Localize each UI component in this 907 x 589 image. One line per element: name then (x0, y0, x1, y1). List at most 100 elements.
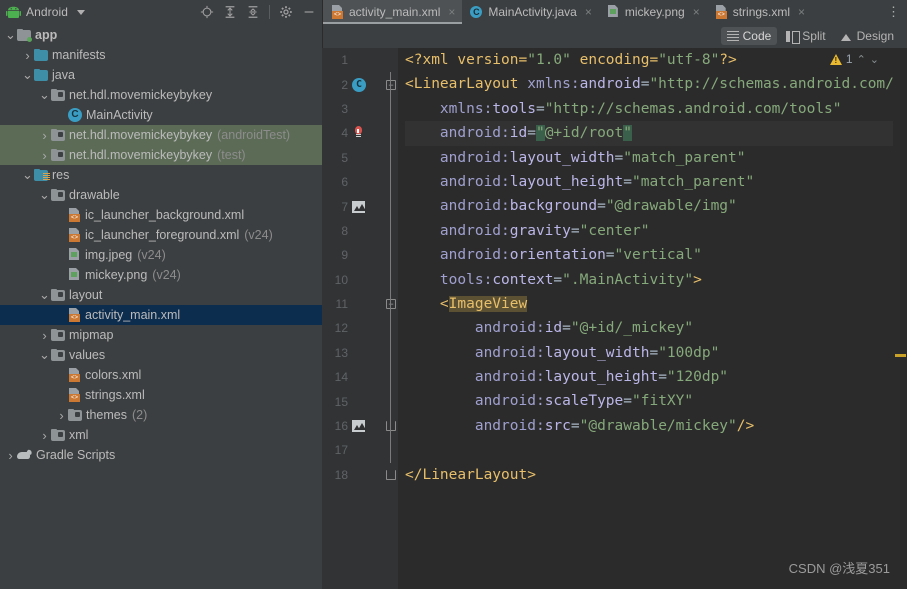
gutter-line[interactable]: 13 (322, 341, 384, 365)
code-line[interactable]: android:scaleType="fitXY" (405, 389, 893, 413)
expand-all-icon[interactable] (223, 5, 237, 19)
gutter-line[interactable]: 8 (322, 219, 384, 243)
code-line[interactable]: android:gravity="center" (405, 219, 893, 243)
tree-row-activity-main-xml[interactable]: activity_main.xml (0, 305, 322, 325)
tree-row-layout[interactable]: ⌄ layout (0, 285, 322, 305)
tab-mickey-png[interactable]: mickey.png × (599, 0, 707, 24)
next-problem-icon[interactable]: ⌄ (870, 53, 879, 66)
locate-target-icon[interactable] (200, 5, 214, 19)
tree-row-mipmap[interactable]: › mipmap (0, 325, 322, 345)
more-vertical-icon[interactable]: ⋮ (880, 0, 907, 24)
gutter-line[interactable]: 7 (322, 194, 384, 218)
code-line[interactable]: android:background="@drawable/img" (405, 194, 893, 218)
chevron-right-icon[interactable]: › (38, 129, 51, 142)
tree-row-mickey-png[interactable]: mickey.png (v24) (0, 265, 322, 285)
code-line[interactable]: android:src="@drawable/mickey"/> (405, 414, 893, 438)
editor-scrollbar[interactable] (893, 48, 907, 589)
tree-row-mainactivity[interactable]: C MainActivity (0, 105, 322, 125)
mode-code-button[interactable]: Code (720, 27, 778, 45)
chevron-down-icon[interactable]: ⌄ (38, 88, 51, 101)
gutter-line[interactable]: 17 (322, 438, 384, 462)
chevron-right-icon[interactable]: › (38, 149, 51, 162)
intention-bulb-gutter-icon[interactable] (352, 126, 364, 140)
tab-mainactivity-java[interactable]: MainActivity.java × (462, 0, 599, 24)
code-line[interactable]: </LinearLayout> (405, 463, 893, 487)
fold-collapse-icon[interactable]: − (386, 79, 396, 90)
code-line[interactable]: android:layout_height="120dp" (405, 365, 893, 389)
chevron-right-icon[interactable]: › (4, 449, 17, 462)
gutter-line[interactable]: 4 (322, 121, 384, 145)
code-line[interactable]: android:id="@+id/_mickey" (405, 316, 893, 340)
chevron-right-icon[interactable]: › (38, 429, 51, 442)
chevron-down-icon[interactable]: ⌄ (4, 28, 17, 41)
image-preview-gutter-icon[interactable] (352, 200, 366, 213)
tree-row-values[interactable]: ⌄ values (0, 345, 322, 365)
code-line[interactable]: <LinearLayout xmlns:android="http://sche… (405, 72, 893, 96)
code-line[interactable]: android:layout_width="match_parent" (405, 146, 893, 170)
image-preview-gutter-icon[interactable] (352, 420, 366, 433)
java-class-gutter-icon[interactable]: C (352, 77, 366, 92)
code-line[interactable]: android:layout_width="100dp" (405, 341, 893, 365)
tree-row-net-hdl-movemickeybykey[interactable]: › net.hdl.movemickeybykey (test) (0, 145, 322, 165)
collapse-all-icon[interactable] (246, 5, 260, 19)
chevron-down-icon[interactable]: ⌄ (21, 68, 34, 81)
gutter-line[interactable]: 15 (322, 389, 384, 413)
scrollbar-warning-marker[interactable] (895, 354, 906, 357)
gutter-line[interactable]: 1 (322, 48, 384, 72)
tab-activity-main-xml[interactable]: activity_main.xml × (323, 0, 463, 24)
chevron-right-icon[interactable]: › (21, 49, 34, 62)
tab-close-icon[interactable]: × (585, 6, 592, 18)
gutter-line[interactable]: 12 (322, 316, 384, 340)
gutter-line[interactable]: 5 (322, 146, 384, 170)
chevron-down-icon[interactable] (77, 9, 86, 15)
gutter-line[interactable]: 9 (322, 243, 384, 267)
tree-row-colors-xml[interactable]: colors.xml (0, 365, 322, 385)
code-line[interactable]: android:id="@+id/root" (405, 121, 893, 146)
code-line[interactable] (405, 438, 893, 462)
tree-row-net-hdl-movemickeybykey[interactable]: ⌄ net.hdl.movemickeybykey (0, 85, 322, 105)
tree-row-manifests[interactable]: › manifests (0, 45, 322, 65)
gear-icon[interactable] (279, 5, 293, 19)
tab-close-icon[interactable]: × (798, 6, 805, 18)
chevron-down-icon[interactable]: ⌄ (21, 168, 34, 181)
minimize-icon[interactable] (302, 5, 316, 19)
gutter-line[interactable]: 14 (322, 365, 384, 389)
chevron-down-icon[interactable]: ⌄ (38, 288, 51, 301)
code-line[interactable]: <?xml version="1.0" encoding="utf-8"?> (405, 48, 893, 72)
code-line[interactable]: android:layout_height="match_parent" (405, 170, 893, 194)
tree-row-xml[interactable]: › xml (0, 425, 322, 445)
gutter-line[interactable]: 11 (322, 292, 384, 316)
inspection-widget[interactable]: 1 ⌃ ⌄ (829, 52, 879, 66)
gutter-line[interactable]: 16 (322, 414, 384, 438)
tree-row-app[interactable]: ⌄ app (0, 25, 322, 45)
tab-strings-xml[interactable]: strings.xml × (707, 0, 812, 24)
tree-row-themes[interactable]: › themes (2) (0, 405, 322, 425)
code-text[interactable]: <?xml version="1.0" encoding="utf-8"?> <L… (398, 48, 893, 589)
gutter-line[interactable]: 3 (322, 97, 384, 121)
mode-split-button[interactable]: Split (780, 27, 831, 45)
tree-row-java[interactable]: ⌄ java (0, 65, 322, 85)
tree-row-drawable[interactable]: ⌄ drawable (0, 185, 322, 205)
gutter-line[interactable]: 10 (322, 268, 384, 292)
fold-end-icon[interactable] (386, 469, 396, 480)
prev-problem-icon[interactable]: ⌃ (857, 53, 866, 66)
gutter-line[interactable]: 6 (322, 170, 384, 194)
fold-end-icon[interactable] (386, 421, 396, 432)
chevron-right-icon[interactable]: › (55, 409, 68, 422)
line-number-gutter[interactable]: 1 2 C 3 4 5 6 7 8 9 10 11 12 13 14 15 16 17 18 (322, 48, 384, 589)
tree-row-img-jpeg[interactable]: img.jpeg (v24) (0, 245, 322, 265)
tree-row-ic-launcher-foreground-xml[interactable]: ic_launcher_foreground.xml (v24) (0, 225, 322, 245)
project-tree[interactable]: ⌄ app › manifests ⌄ java ⌄ net.hdl.movemickeyby… (0, 24, 322, 589)
tree-row-res[interactable]: ⌄ res (0, 165, 322, 185)
tree-row-net-hdl-movemickeybykey[interactable]: › net.hdl.movemickeybykey (androidTest) (0, 125, 322, 145)
code-line[interactable]: tools:context=".MainActivity"> (405, 268, 893, 292)
code-line[interactable]: <ImageView (405, 292, 893, 316)
tab-close-icon[interactable]: × (448, 6, 455, 18)
gutter-line[interactable]: 2C (322, 72, 384, 96)
chevron-down-icon[interactable]: ⌄ (38, 188, 51, 201)
chevron-down-icon[interactable]: ⌄ (38, 348, 51, 361)
gutter-line[interactable]: 18 (322, 463, 384, 487)
code-line[interactable]: android:orientation="vertical" (405, 243, 893, 267)
tree-row-strings-xml[interactable]: strings.xml (0, 385, 322, 405)
tree-row-gradle-scripts[interactable]: › Gradle Scripts (0, 445, 322, 465)
